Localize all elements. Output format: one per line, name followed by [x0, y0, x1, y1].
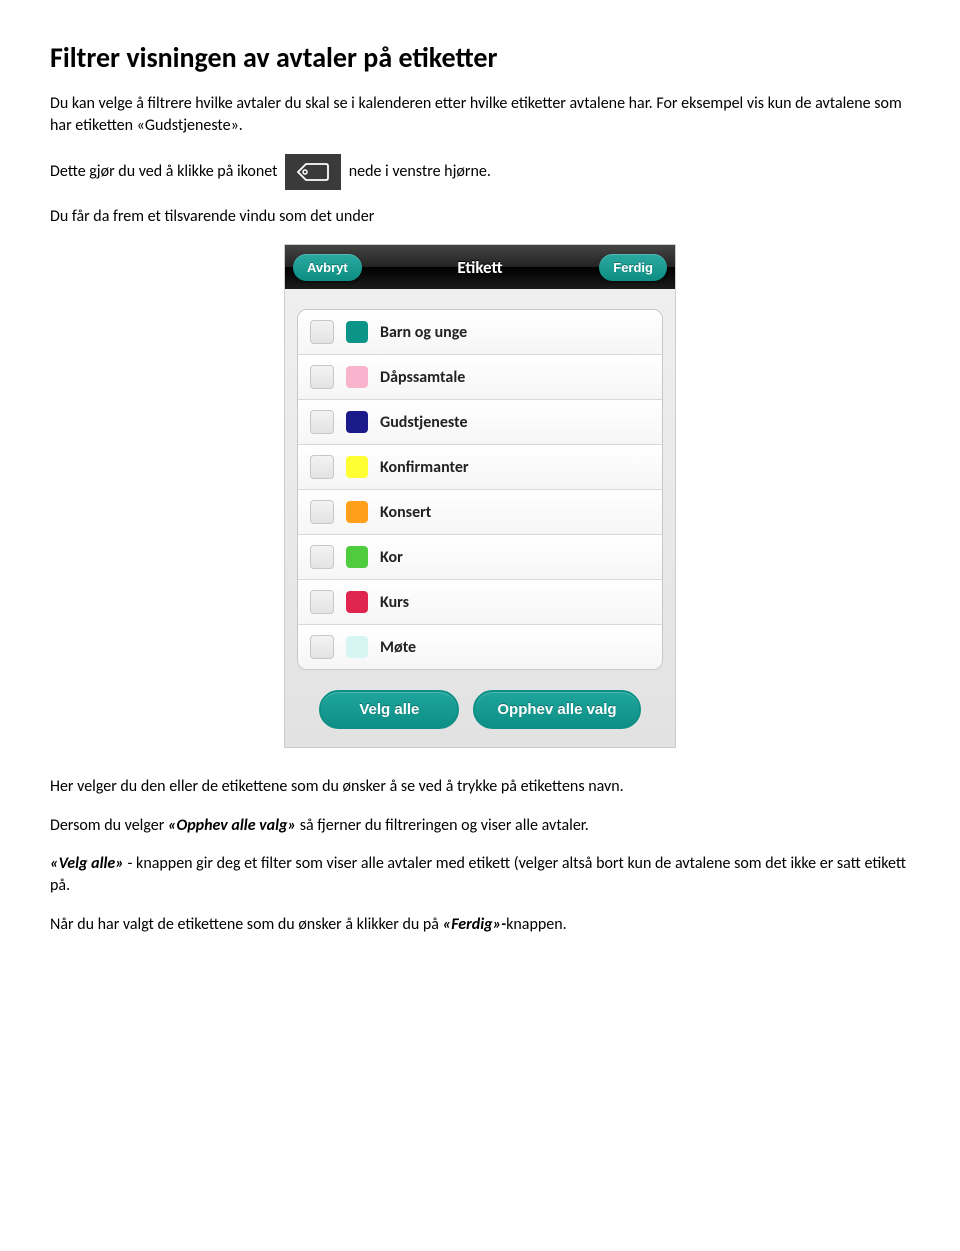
- checkbox-icon[interactable]: [310, 545, 334, 569]
- checkbox-icon[interactable]: [310, 365, 334, 389]
- tag-label: Konsert: [380, 503, 431, 522]
- clear-all-term: «Opphev alle valg»: [168, 816, 296, 835]
- tag-label: Møte: [380, 638, 416, 657]
- color-swatch: [346, 636, 368, 658]
- done-button[interactable]: Ferdig: [599, 254, 667, 281]
- select-all-term: «Velg alle»: [50, 854, 124, 873]
- icon-instruction-paragraph: Dette gjør du ved å klikke på ikonet ned…: [50, 154, 910, 190]
- modal-body: Barn og unge Dåpssamtale Gudstjeneste Konfi…: [285, 289, 675, 747]
- intro-paragraph: Du kan velge å filtrere hvilke avtaler d…: [50, 93, 910, 138]
- color-swatch: [346, 456, 368, 478]
- select-all-button[interactable]: Velg alle: [319, 690, 459, 729]
- window-intro-paragraph: Du får da frem et tilsvarende vindu som …: [50, 206, 910, 228]
- tag-row[interactable]: Barn og unge: [298, 310, 662, 355]
- tag-row[interactable]: Dåpssamtale: [298, 355, 662, 400]
- select-all-paragraph: «Velg alle» - knappen gir deg et filter …: [50, 853, 910, 898]
- tag-row[interactable]: Møte: [298, 625, 662, 669]
- color-swatch: [346, 411, 368, 433]
- tag-label: Barn og unge: [380, 323, 467, 342]
- tag-row[interactable]: Kor: [298, 535, 662, 580]
- cancel-button[interactable]: Avbryt: [293, 254, 362, 281]
- tag-row[interactable]: Gudstjeneste: [298, 400, 662, 445]
- tag-label: Gudstjeneste: [380, 413, 468, 432]
- checkbox-icon[interactable]: [310, 455, 334, 479]
- tag-row[interactable]: Konfirmanter: [298, 445, 662, 490]
- color-swatch: [346, 321, 368, 343]
- color-swatch: [346, 546, 368, 568]
- checkbox-icon[interactable]: [310, 590, 334, 614]
- done-paragraph: Når du har valgt de etikettene som du øn…: [50, 914, 910, 936]
- tag-list: Barn og unge Dåpssamtale Gudstjeneste Konfi…: [297, 309, 663, 670]
- tag-row[interactable]: Konsert: [298, 490, 662, 535]
- checkbox-icon[interactable]: [310, 320, 334, 344]
- checkbox-icon[interactable]: [310, 635, 334, 659]
- modal-screenshot: Avbryt Etikett Ferdig Barn og unge Dåpssa…: [50, 244, 910, 748]
- checkbox-icon[interactable]: [310, 500, 334, 524]
- tag-row[interactable]: Kurs: [298, 580, 662, 625]
- color-swatch: [346, 591, 368, 613]
- modal-footer-buttons: Velg alle Opphev alle valg: [297, 690, 663, 729]
- page-heading: Filtrer visningen av avtaler på etikette…: [50, 40, 910, 75]
- tag-label: Konfirmanter: [380, 458, 469, 477]
- tag-label: Dåpssamtale: [380, 368, 465, 387]
- done-term: «Ferdig»-: [443, 915, 507, 934]
- select-instruction-paragraph: Her velger du den eller de etikettene so…: [50, 776, 910, 798]
- etikett-modal: Avbryt Etikett Ferdig Barn og unge Dåpssa…: [284, 244, 676, 748]
- color-swatch: [346, 366, 368, 388]
- clear-all-button[interactable]: Opphev alle valg: [473, 690, 640, 729]
- text-before-icon: Dette gjør du ved å klikke på ikonet: [50, 162, 281, 181]
- tag-label: Kurs: [380, 593, 409, 612]
- tag-label: Kor: [380, 548, 403, 567]
- text-after-icon: nede i venstre hjørne.: [349, 162, 491, 181]
- modal-title: Etikett: [457, 257, 502, 278]
- checkbox-icon[interactable]: [310, 410, 334, 434]
- color-swatch: [346, 501, 368, 523]
- clear-all-paragraph: Dersom du velger «Opphev alle valg» så f…: [50, 815, 910, 837]
- modal-header: Avbryt Etikett Ferdig: [285, 245, 675, 289]
- tag-filter-icon: [285, 154, 341, 190]
